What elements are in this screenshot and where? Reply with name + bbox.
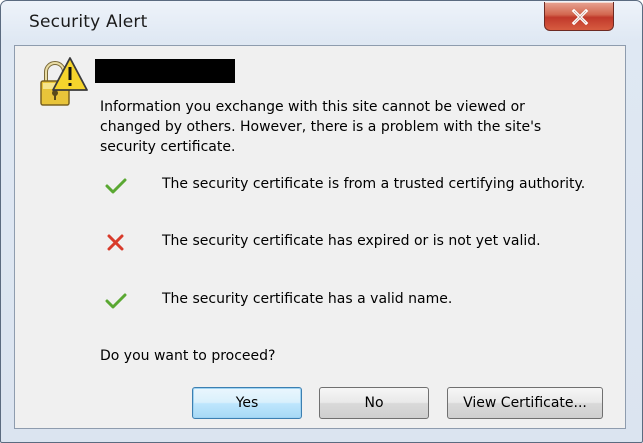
certificate-check-row: The security certificate has a valid nam… bbox=[105, 289, 615, 313]
lock-warning-icon bbox=[38, 56, 88, 112]
close-button[interactable] bbox=[544, 2, 614, 31]
view-certificate-button[interactable]: View Certificate... bbox=[447, 387, 603, 419]
check-icon bbox=[105, 292, 127, 314]
dialog-title: Security Alert bbox=[29, 12, 148, 32]
certificate-check-row: The security certificate is from a trust… bbox=[105, 174, 615, 198]
proceed-question: Do you want to proceed? bbox=[100, 348, 276, 364]
certificate-check-text: The security certificate is from a trust… bbox=[162, 176, 586, 192]
title-bar[interactable]: Security Alert bbox=[1, 1, 642, 45]
error-x-icon bbox=[105, 234, 127, 256]
site-name-redacted bbox=[95, 59, 235, 83]
no-button[interactable]: No bbox=[319, 387, 429, 419]
yes-button[interactable]: Yes bbox=[192, 387, 302, 419]
dialog-content: Information you exchange with this site … bbox=[14, 45, 626, 429]
close-icon bbox=[571, 9, 589, 25]
info-text: Information you exchange with this site … bbox=[100, 99, 542, 155]
security-alert-dialog: Security Alert Information you exchange … bbox=[0, 0, 643, 443]
check-icon bbox=[105, 177, 127, 199]
certificate-check-row: The security certificate has expired or … bbox=[105, 231, 615, 255]
certificate-check-text: The security certificate has a valid nam… bbox=[162, 291, 453, 307]
certificate-check-text: The security certificate has expired or … bbox=[162, 233, 541, 249]
